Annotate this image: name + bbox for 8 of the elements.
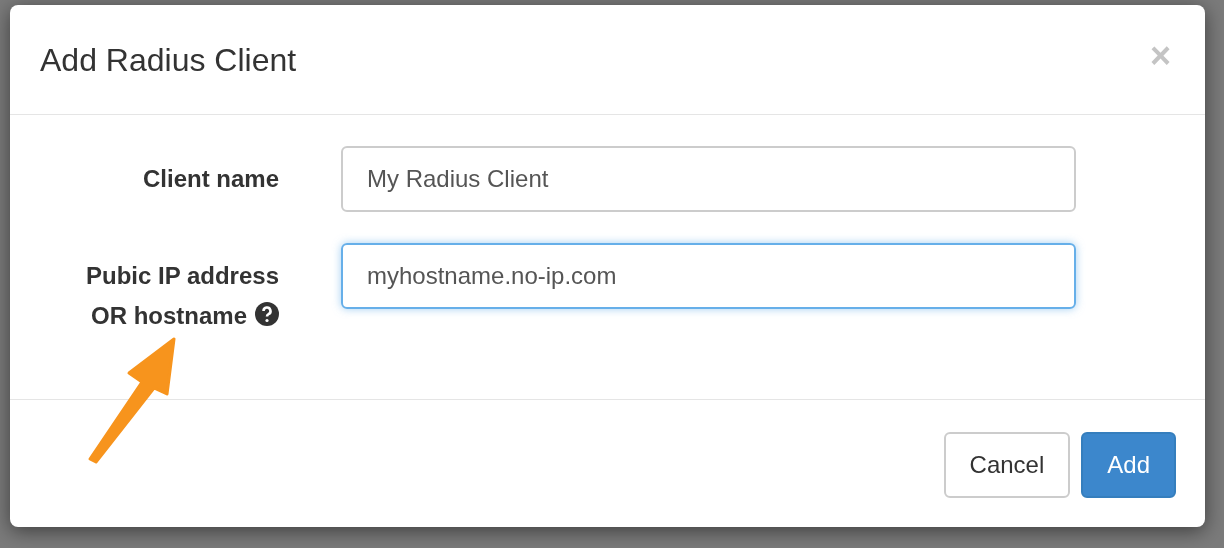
field-label: Client name [141,164,279,194]
cancel-button[interactable]: Cancel [943,432,1071,498]
modal-title: Add Radius Client [40,40,297,80]
text-field[interactable]: My Radius Client [341,146,1076,212]
field-label: Pubic IP address OR hostname [85,261,279,331]
text-field[interactable]: myhostname.no-ip.com [341,243,1076,309]
add-button[interactable]: Add [1081,432,1176,498]
help-icon[interactable] [255,302,279,326]
